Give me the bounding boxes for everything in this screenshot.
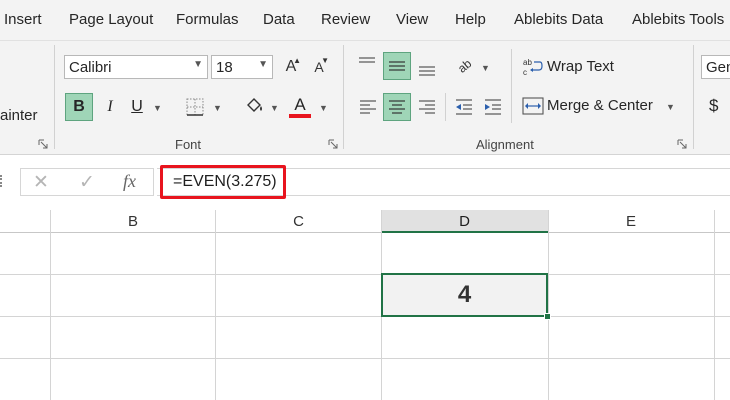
font-name-combo[interactable]: Calibri ▼ [64, 55, 208, 79]
formula-highlight-box [160, 165, 286, 199]
tab-page-layout[interactable]: Page Layout [69, 11, 153, 28]
increase-indent-icon[interactable] [482, 97, 504, 117]
bottom-align-icon[interactable] [416, 57, 438, 77]
orientation-icon: ab [455, 56, 475, 76]
decrease-font-size-button[interactable]: A ▼ [309, 55, 329, 79]
merge-center-button[interactable]: Merge & Center ▼ [519, 94, 679, 118]
active-cell[interactable]: 4 [381, 273, 548, 317]
tab-view[interactable]: View [396, 11, 428, 28]
tab-help[interactable]: Help [455, 11, 486, 28]
tab-formulas[interactable]: Formulas [176, 11, 239, 28]
currency-button[interactable]: $ [709, 96, 718, 116]
tab-insert[interactable]: Insert [4, 11, 42, 28]
merge-center-icon [522, 97, 544, 115]
decrease-indent-icon[interactable] [453, 97, 475, 117]
ribbon: ainter Calibri ▼ 18 ▼ A ▲ A ▼ B I U ▼ ▼ … [0, 41, 730, 155]
formula-bar-buttons: ✕ ✓ fx [20, 168, 154, 196]
font-color-icon: A [294, 95, 306, 114]
chevron-down-icon: ▼ [193, 59, 203, 70]
underline-button[interactable]: U [126, 93, 148, 121]
group-divider [693, 45, 694, 149]
column-header-f[interactable] [714, 210, 730, 233]
column-header-d[interactable]: D [381, 210, 548, 233]
chevron-down-icon[interactable]: ▼ [213, 103, 222, 113]
svg-text:ab: ab [523, 58, 532, 67]
chevron-down-icon[interactable]: ▼ [153, 103, 162, 113]
align-center-icon [389, 100, 405, 114]
bold-button[interactable]: B [65, 93, 93, 121]
increase-font-size-button[interactable]: A ▲ [281, 55, 301, 79]
fill-color-icon[interactable] [243, 95, 265, 119]
font-group-label: Font [175, 137, 202, 152]
row-header-corner[interactable] [0, 210, 50, 233]
menu-bar: Insert Page Layout Formulas Data Review … [0, 0, 730, 41]
orientation-button[interactable]: ab [452, 55, 478, 77]
font-size-combo[interactable]: 18 ▼ [211, 55, 273, 79]
alignment-group-label: Alignment [476, 137, 534, 152]
font-size-value: 18 [216, 59, 233, 76]
alignment-launcher-icon[interactable] [677, 139, 687, 149]
align-right-icon[interactable] [416, 97, 438, 117]
tab-ablebits-tools[interactable]: Ablebits Tools [632, 11, 724, 28]
chevron-down-icon: ▼ [258, 59, 268, 70]
chevron-down-icon[interactable]: ▼ [270, 103, 279, 113]
wrap-text-button[interactable]: ab c Wrap Text [519, 55, 619, 79]
tab-review[interactable]: Review [321, 11, 370, 28]
formula-bar: ✕ ✓ fx [0, 155, 730, 210]
group-divider [343, 45, 344, 149]
chevron-down-icon[interactable]: ▼ [666, 102, 675, 112]
font-color-button[interactable]: A [289, 93, 311, 121]
merge-center-label: Merge & Center [547, 97, 653, 114]
borders-icon[interactable] [185, 97, 205, 117]
wrap-text-icon: ab c [523, 58, 543, 77]
fill-handle[interactable] [544, 313, 551, 320]
font-name-value: Calibri [69, 59, 112, 76]
tab-ablebits-data[interactable]: Ablebits Data [514, 11, 603, 28]
font-launcher-icon[interactable] [328, 139, 338, 149]
top-align-icon[interactable] [356, 55, 378, 75]
insert-function-icon[interactable]: fx [123, 171, 136, 192]
number-format-combo[interactable]: Gen [701, 55, 730, 79]
enter-icon[interactable]: ✓ [79, 171, 95, 194]
column-header-c[interactable]: C [216, 210, 381, 233]
format-painter-label[interactable]: ainter [0, 107, 38, 124]
wrap-text-label: Wrap Text [547, 58, 614, 75]
number-format-value: Gen [706, 59, 730, 76]
chevron-down-icon[interactable]: ▼ [481, 63, 490, 73]
align-left-icon[interactable] [357, 97, 379, 117]
italic-button[interactable]: I [98, 93, 122, 121]
chevron-down-icon[interactable]: ▼ [319, 103, 328, 113]
group-divider [54, 45, 55, 149]
cancel-icon[interactable]: ✕ [33, 171, 49, 194]
column-header-b[interactable]: B [50, 210, 216, 233]
middle-align-button[interactable] [383, 52, 411, 80]
resize-handle-icon[interactable] [0, 175, 4, 187]
svg-text:c: c [523, 68, 527, 77]
clipboard-launcher-icon[interactable] [38, 139, 48, 149]
tab-data[interactable]: Data [263, 11, 295, 28]
middle-align-icon [389, 61, 405, 71]
center-align-button[interactable] [383, 93, 411, 121]
font-color-swatch [289, 114, 311, 118]
column-header-e[interactable]: E [548, 210, 714, 233]
